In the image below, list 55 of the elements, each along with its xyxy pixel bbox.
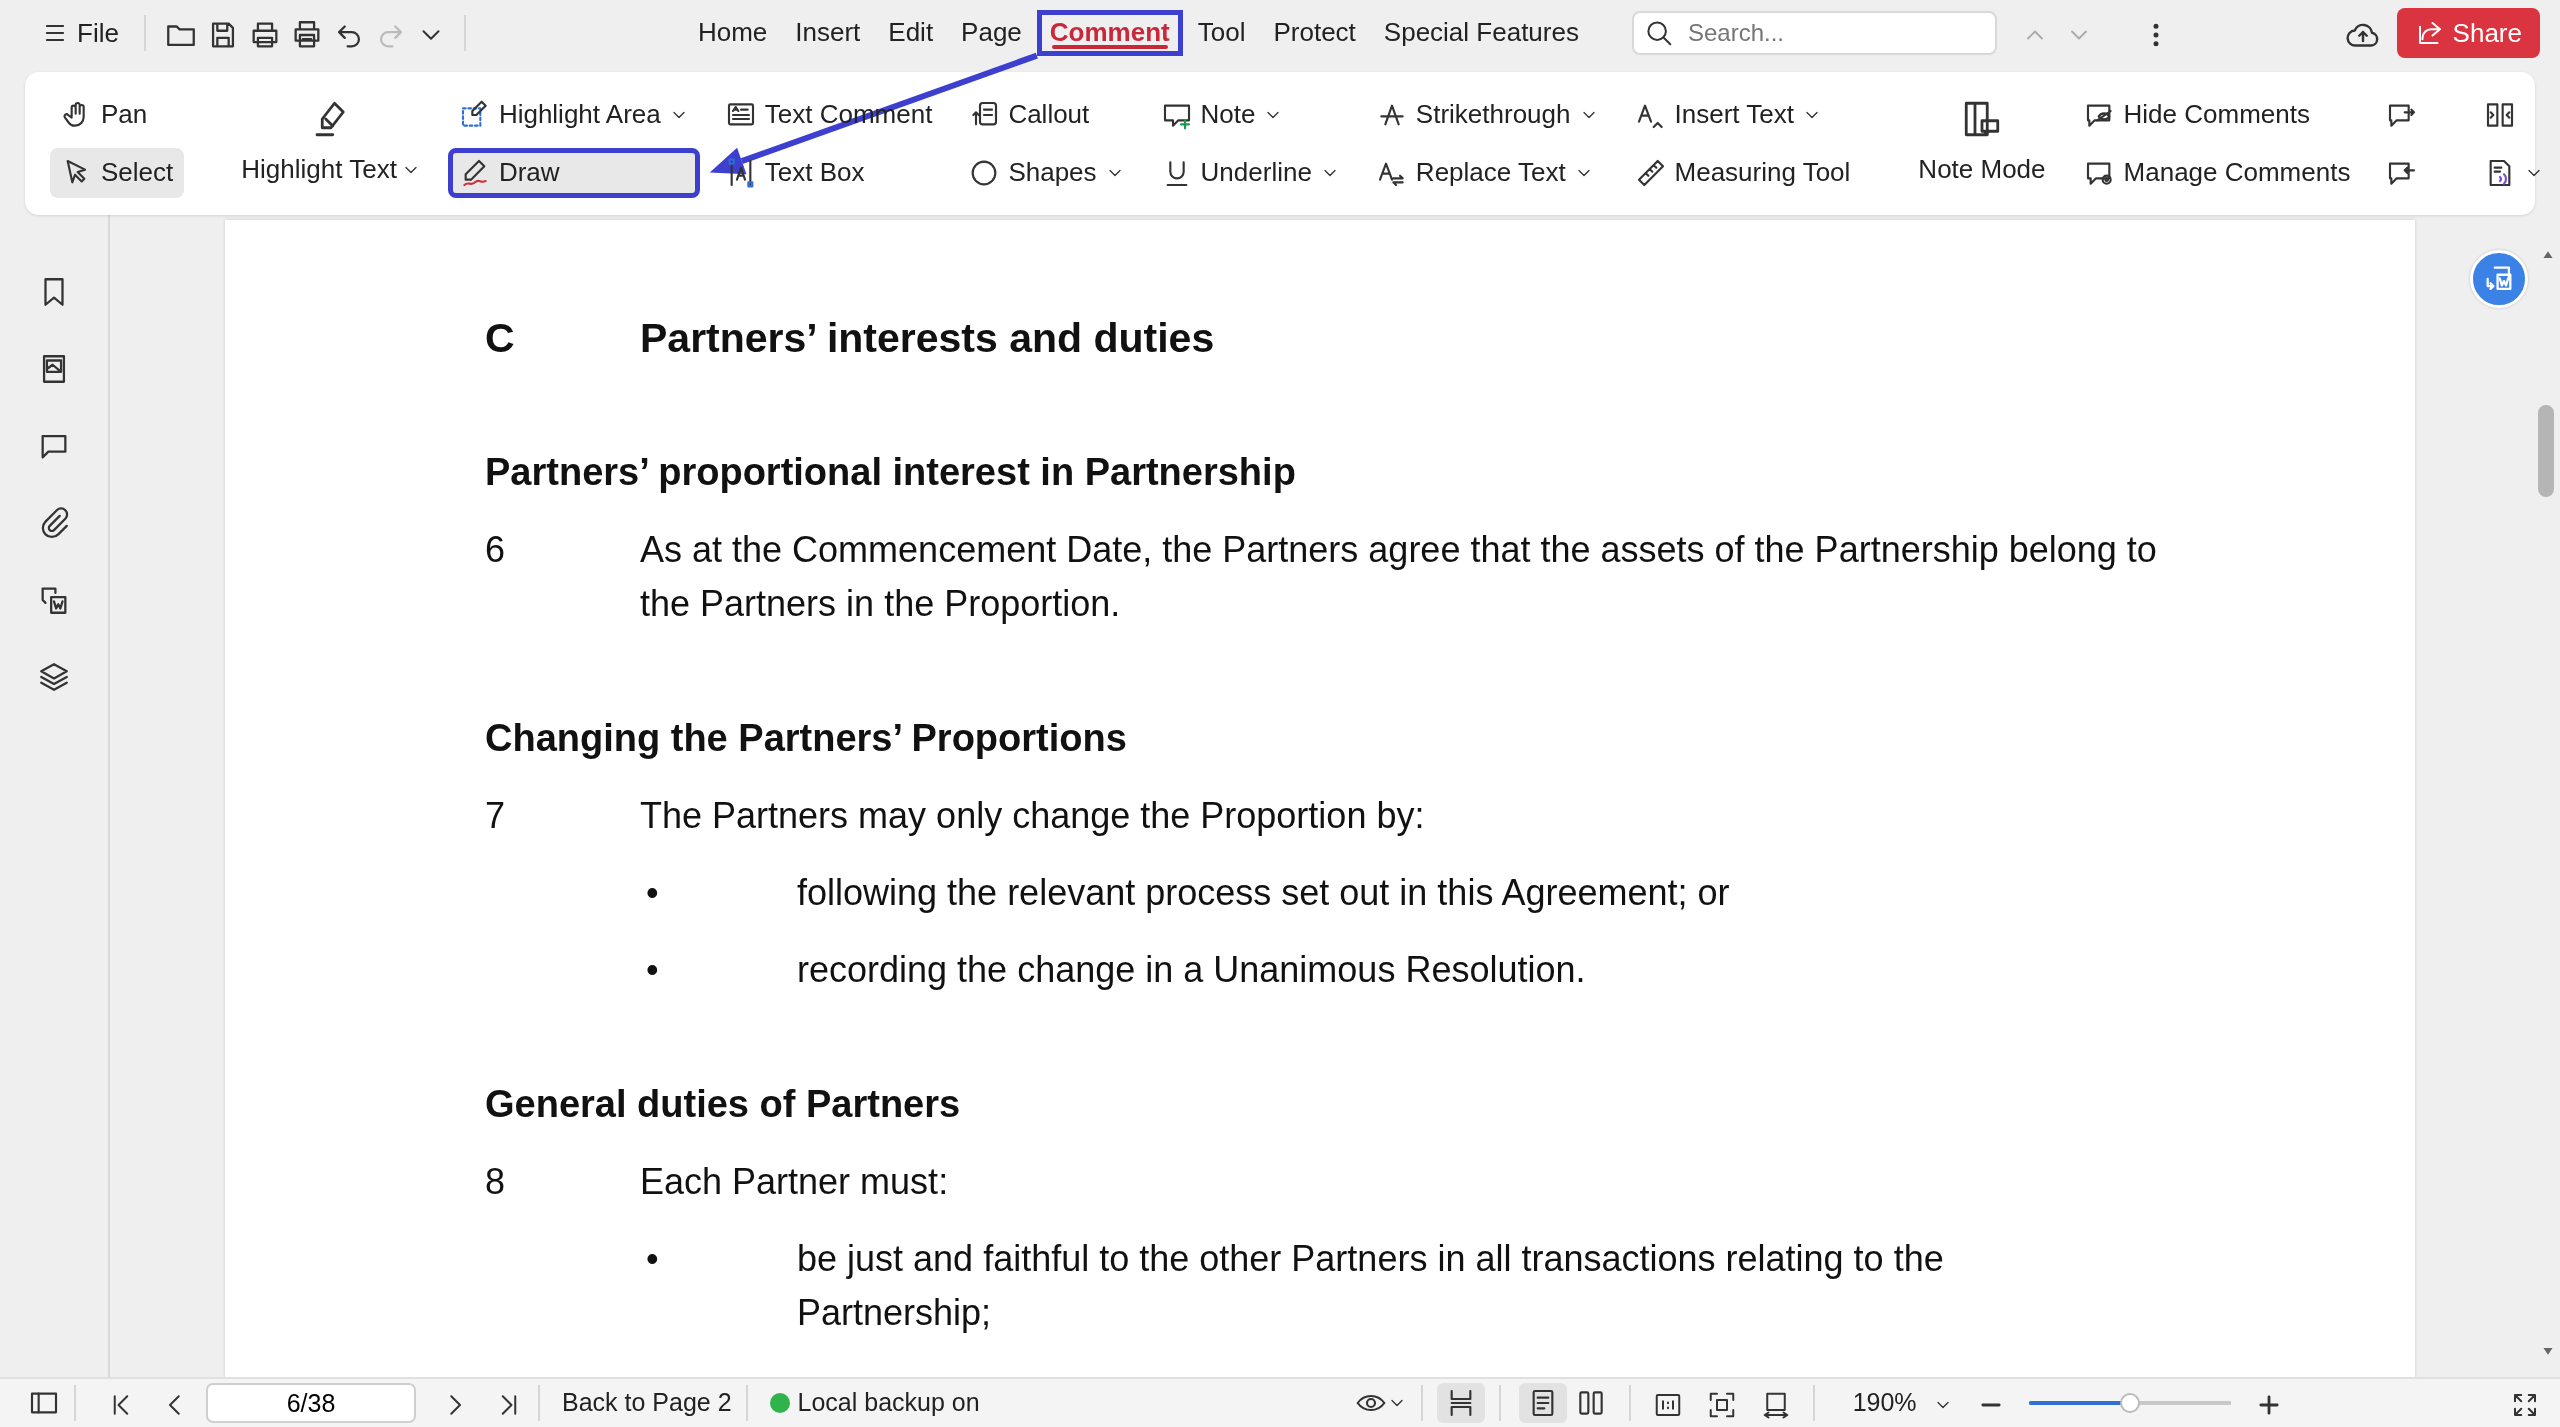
section-heading: General duties of Partners <box>485 1082 962 1127</box>
clause-text: As at the Commencement Date, the Partners agree that the assets of the Partnership belong to the Partners in the Proportion. <box>640 528 2158 626</box>
callout-button[interactable]: Callout <box>957 89 1136 140</box>
share-button[interactable]: Share <box>2396 8 2540 58</box>
pan-button[interactable]: Pan <box>50 89 185 140</box>
clause-number: 8 <box>485 1160 507 1204</box>
backup-status-text: Local backup on <box>797 1387 980 1419</box>
clause-number: 7 <box>485 794 507 838</box>
file-menu-button[interactable]: File <box>30 8 130 58</box>
bullet-text: following the relevant process set out in this Agreement; or <box>797 871 1731 915</box>
page-field[interactable]: 6/38 <box>206 1383 416 1423</box>
insert-text-button[interactable]: Insert Text <box>1623 89 1862 140</box>
slider-thumb[interactable] <box>2119 1393 2140 1413</box>
menu-tab[interactable]: Edit <box>875 10 947 56</box>
clause-text: Each Partner must: <box>640 1160 950 1204</box>
menu-tab[interactable]: Comment <box>1036 10 1183 56</box>
single-page-button[interactable] <box>1518 1383 1567 1423</box>
note-mode-button[interactable]: Note Mode <box>1905 88 2059 199</box>
menu-tab[interactable]: Page <box>948 10 1035 56</box>
section-heading: Partners’ proportional interest in Partnership <box>485 450 1297 495</box>
clause-number: 6 <box>485 528 507 572</box>
section-letter: C <box>485 314 516 363</box>
shapes-button[interactable]: Shapes <box>957 147 1136 198</box>
scroll-mode-button[interactable] <box>1436 1383 1485 1423</box>
bullet-marker: • <box>646 949 659 990</box>
menu-tab[interactable]: Insert <box>782 10 874 56</box>
highlight-text-button[interactable]: Highlight Text <box>228 88 434 199</box>
layers-icon[interactable] <box>37 660 71 694</box>
highlight-area-button[interactable]: Highlight Area <box>447 89 700 140</box>
search-field[interactable]: Search... <box>1631 11 1997 55</box>
clause-text: The Partners may only change the Proportion by: <box>640 794 1426 838</box>
menu-tab[interactable]: Home <box>684 10 781 56</box>
replace-text-button[interactable]: Replace Text <box>1364 147 1610 198</box>
bullet-text: be just and faithful to the other Partners in all transactions relating to the Partnership; <box>797 1237 1945 1335</box>
manage-comments-button[interactable]: Manage Comments <box>2072 147 2362 198</box>
menu-tab[interactable]: Tool <box>1184 10 1259 56</box>
zoom-value[interactable]: 190% <box>1852 1384 1917 1422</box>
measuring-tool-button[interactable]: Measuring Tool <box>1623 147 1862 198</box>
bullet-marker: • <box>646 872 659 913</box>
section-title: Partners’ interests and duties <box>640 314 1215 363</box>
note-button[interactable]: Note <box>1149 89 1351 140</box>
menu-tab[interactable]: Special Features <box>1370 10 1592 56</box>
scrollbar-thumb[interactable] <box>2538 405 2554 497</box>
convert-button[interactable] <box>2470 250 2528 308</box>
underline-button[interactable]: Underline <box>1149 147 1351 198</box>
text-box-button[interactable]: Text Box <box>713 147 944 198</box>
back-to-page-link[interactable]: Back to Page 2 <box>562 1384 732 1422</box>
draw-button[interactable]: Draw <box>447 147 700 198</box>
bullet-text: recording the change in a Unanimous Resolution. <box>797 948 1587 992</box>
select-button[interactable]: Select <box>50 147 185 198</box>
section-heading: Changing the Partners’ Proportions <box>485 716 1128 761</box>
menu-tab[interactable]: Protect <box>1260 10 1369 56</box>
bullet-marker: • <box>646 1238 659 1279</box>
hide-comments-button[interactable]: Hide Comments <box>2072 89 2362 140</box>
strikethrough-button[interactable]: Strikethrough <box>1364 89 1610 140</box>
